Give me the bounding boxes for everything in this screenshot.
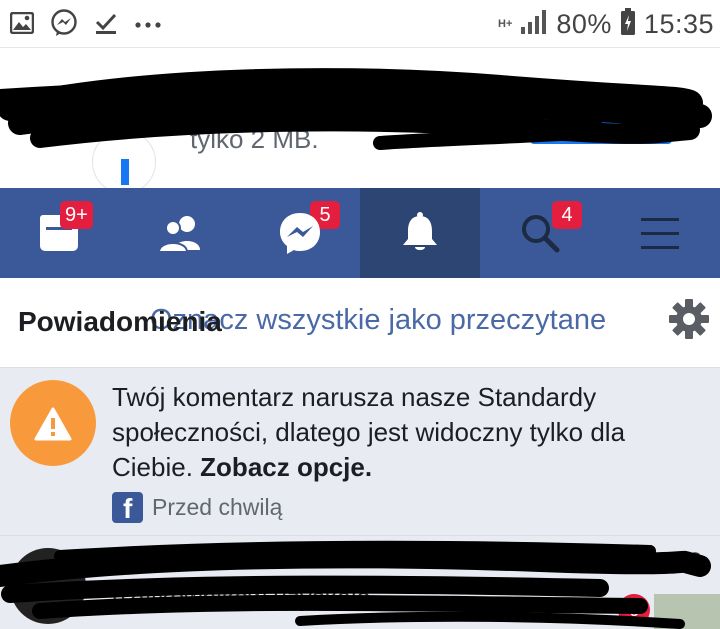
notifications-header: Oznacz wszystkie jako przeczytane Powiad… xyxy=(0,278,720,368)
nav-friend-requests[interactable]: 5 xyxy=(120,188,340,278)
top-navigation-bar: 9+ 5 4 xyxy=(0,188,720,278)
battery-icon xyxy=(620,7,636,41)
status-bar: H+ 80% 15:35 xyxy=(0,0,720,48)
facebook-icon: f xyxy=(112,491,143,523)
notification-item[interactable]: ... 212 użytkowników uzyskało ... 6 xyxy=(0,536,720,629)
redaction-scribble xyxy=(0,68,712,150)
lite-app-banner: tylko 2 MB. xyxy=(0,48,720,188)
friends-icon xyxy=(157,216,200,253)
checkmark-icon xyxy=(94,11,118,40)
gear-icon[interactable] xyxy=(668,298,710,340)
notification-time: Przed chwilą xyxy=(152,493,283,520)
hamburger-icon xyxy=(641,218,679,249)
signal-icon xyxy=(520,9,548,40)
news-feed-badge: 9+ xyxy=(60,201,93,229)
bell-icon xyxy=(403,212,437,250)
notification-meta: f Przed chwilą xyxy=(112,491,282,523)
nav-news-feed[interactable]: 9+ xyxy=(0,188,120,278)
see-options-link[interactable]: Zobacz opcje. xyxy=(200,452,372,482)
battery-percent: 80% xyxy=(556,8,612,39)
nav-messenger[interactable]: 4 xyxy=(240,188,582,278)
messenger-icon xyxy=(50,8,78,42)
search-icon xyxy=(522,215,560,253)
nav-search[interactable] xyxy=(480,188,600,278)
nav-menu[interactable] xyxy=(600,188,720,278)
messenger-icon xyxy=(280,213,320,254)
nav-notifications[interactable] xyxy=(360,188,480,278)
notification-text: Twój komentarz narusza nasze Standardy s… xyxy=(112,380,712,485)
redaction-scribble xyxy=(0,540,711,629)
page-title: Powiadomienia xyxy=(18,306,222,337)
image-icon xyxy=(9,11,35,39)
network-type: H+ xyxy=(498,18,513,30)
more-icon xyxy=(134,16,162,34)
clock: 15:35 xyxy=(643,8,714,39)
warning-icon xyxy=(10,380,96,466)
notification-item[interactable]: Twój komentarz narusza nasze Standardy s… xyxy=(0,368,720,536)
